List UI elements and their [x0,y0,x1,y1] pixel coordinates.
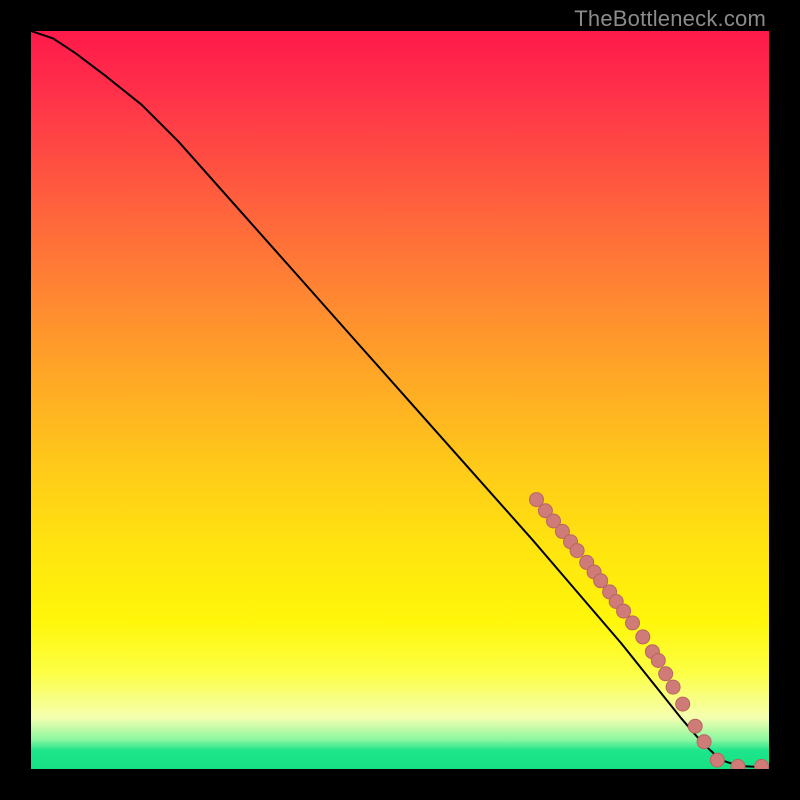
curve-layer [31,31,769,769]
data-point [710,753,724,767]
data-point [651,654,665,668]
data-point [659,667,673,681]
data-point [688,719,702,733]
data-point [676,697,690,711]
watermark-text: TheBottleneck.com [574,6,766,32]
data-point [626,616,640,630]
data-point [666,680,680,694]
chart-stage: TheBottleneck.com [0,0,800,800]
plot-area [31,31,769,769]
data-point [755,759,769,769]
data-point [731,759,745,769]
data-point [697,735,711,749]
data-point [570,544,584,558]
data-points [530,493,769,769]
data-point [617,604,631,618]
data-point [636,630,650,644]
